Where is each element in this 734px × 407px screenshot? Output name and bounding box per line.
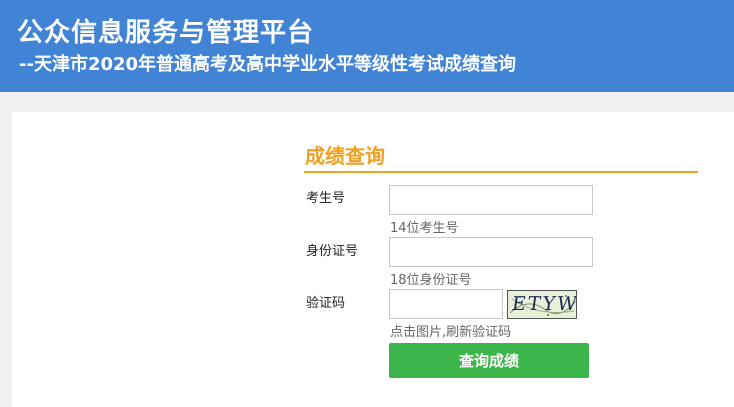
site-title: 公众信息服务与管理平台: [17, 18, 315, 48]
captcha-input[interactable]: [389, 289, 503, 319]
form-title: 成绩查询: [305, 144, 385, 168]
captcha-text: ETYW: [510, 293, 577, 315]
exam-number-hint: 14位考生号: [390, 221, 459, 236]
site-header: 公众信息服务与管理平台 --天津市2020年普通高考及高中学业水平等级性考试成绩…: [0, 0, 734, 92]
id-number-input[interactable]: [389, 237, 593, 267]
exam-number-label: 考生号: [306, 191, 346, 206]
form-title-divider: [304, 171, 698, 173]
query-score-button[interactable]: 查询成绩: [389, 343, 589, 378]
site-subtitle: --天津市2020年普通高考及高中学业水平等级性考试成绩查询: [19, 54, 517, 75]
captcha-image[interactable]: ETYW: [507, 290, 577, 319]
captcha-hint: 点击图片,刷新验证码: [390, 325, 512, 340]
captcha-label: 验证码: [306, 296, 346, 311]
exam-number-input[interactable]: [389, 185, 593, 215]
id-number-label: 身份证号: [306, 244, 359, 259]
id-number-hint: 18位身份证号: [390, 273, 472, 288]
